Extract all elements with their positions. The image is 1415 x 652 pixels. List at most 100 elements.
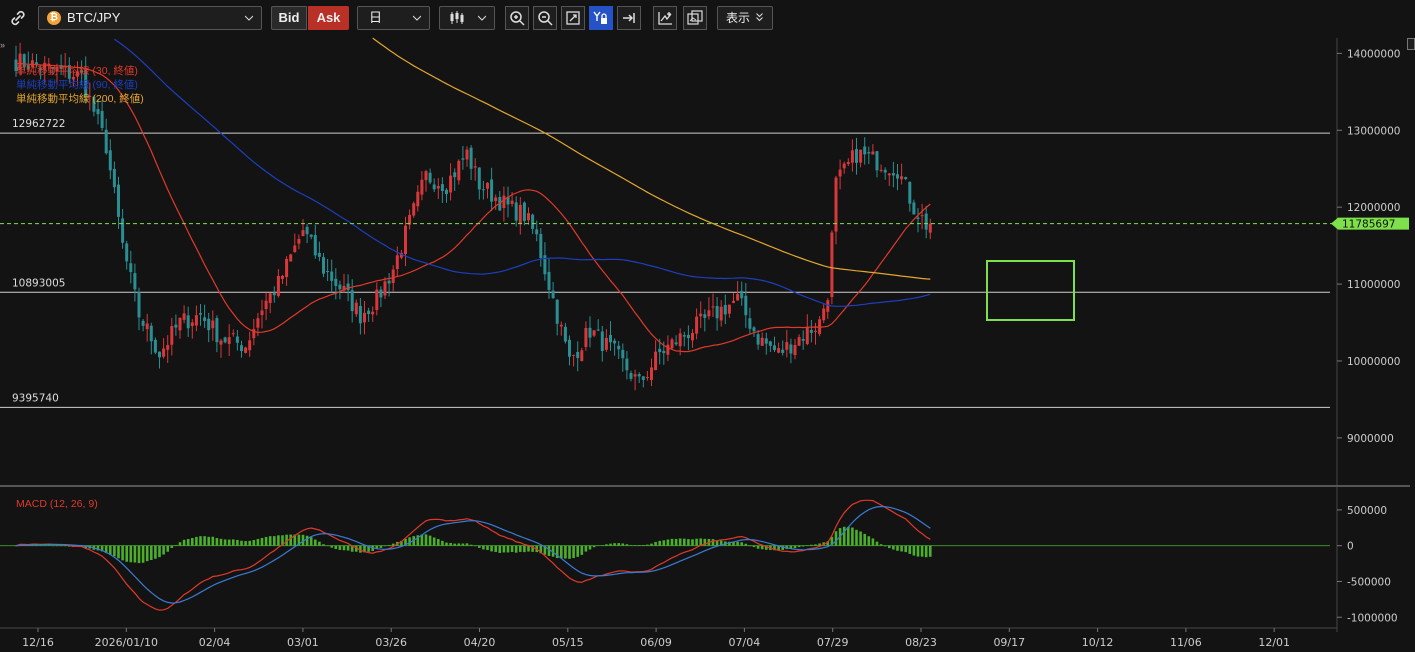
macd-histogram-bar <box>318 541 321 546</box>
macd-histogram-bar <box>892 545 895 550</box>
macd-histogram-bar <box>523 545 526 553</box>
candle-body <box>662 350 666 354</box>
candle-body <box>531 214 535 229</box>
macd-histogram-bar <box>445 542 448 546</box>
y-tick-label: 12000000 <box>1347 202 1400 214</box>
x-tick-label: 12/01 <box>1258 636 1290 649</box>
x-tick-label: 02/04 <box>199 636 231 649</box>
candle-body <box>744 295 748 316</box>
candle-body <box>887 173 891 176</box>
axes: 14000000 13000000 12000000 11000000 10000000… <box>0 38 1410 649</box>
macd-histogram-bar <box>506 545 510 553</box>
macd-histogram-bar <box>908 545 912 554</box>
macd-histogram-bar <box>133 545 137 563</box>
macd-histogram-bar <box>859 531 862 546</box>
candle-body <box>920 215 924 217</box>
macd-tick-label: 500000 <box>1347 505 1387 517</box>
candle-body <box>691 333 694 341</box>
candle-body <box>141 320 145 326</box>
candle-body <box>227 337 231 344</box>
candle-body <box>645 377 649 379</box>
candle-body <box>666 344 670 355</box>
macd-histogram-bar <box>342 545 346 551</box>
price-chart[interactable]: 12962722 10893005 9395740 14000000 13000000… <box>0 0 1415 652</box>
candle-body <box>814 330 817 332</box>
candle-body <box>481 189 485 191</box>
candle-body <box>830 232 834 297</box>
macd-histogram-bar <box>482 545 485 550</box>
candle-body <box>125 243 129 262</box>
macd-histogram-bar <box>584 545 588 552</box>
macd-histogram-bar <box>863 533 866 546</box>
x-tick-label: 11/06 <box>1170 636 1202 649</box>
x-tick-label: 09/17 <box>993 636 1025 649</box>
macd-histogram-bar <box>453 543 456 546</box>
candle-body <box>465 149 469 160</box>
scale-toggle-button[interactable] <box>1407 38 1415 50</box>
macd-histogram-bar <box>322 544 325 546</box>
macd-histogram-bar <box>486 545 489 550</box>
macd-histogram-bar <box>519 545 522 552</box>
candle-body <box>469 147 473 169</box>
collapse-left-button[interactable]: » <box>0 40 10 50</box>
macd-histogram-bar <box>277 535 280 546</box>
candle-body <box>182 313 186 320</box>
macd-histogram-bar <box>195 536 198 546</box>
candle-body <box>486 182 489 189</box>
macd-histogram-bar <box>588 545 592 550</box>
macd-histogram-bar <box>605 544 608 546</box>
candle-body <box>178 317 182 331</box>
candle-body <box>859 149 863 163</box>
x-tick-label: 08/23 <box>905 636 937 649</box>
macd-histogram-bar <box>461 543 465 546</box>
macd-histogram-bar <box>141 545 145 563</box>
candle-body <box>117 184 120 217</box>
candle-body <box>883 169 887 173</box>
x-tick-label: 03/01 <box>287 636 319 649</box>
candles <box>14 42 932 391</box>
candle-body <box>162 348 166 357</box>
macd-histogram-bar <box>428 535 432 546</box>
candle-body <box>108 150 112 171</box>
macd-histogram-bar <box>498 545 502 553</box>
y-tick-label: 10000000 <box>1347 356 1400 368</box>
candle-body <box>928 223 932 233</box>
candle-body <box>494 197 498 202</box>
candle-body <box>826 300 830 312</box>
ma90-line <box>114 38 931 307</box>
candle-body <box>518 204 522 224</box>
x-tick-label: 06/09 <box>640 636 672 649</box>
macd-signal-line <box>15 505 931 604</box>
candle-body <box>674 342 678 345</box>
candle-body <box>682 335 686 337</box>
macd-histogram-bar <box>912 545 916 556</box>
candle-body <box>264 300 268 310</box>
macd-histogram-bar <box>162 545 165 555</box>
candle-body <box>559 324 563 327</box>
macd-histogram-bar <box>683 538 686 546</box>
macd-histogram-bar <box>670 538 674 546</box>
macd-histogram-bar <box>199 536 202 546</box>
candle-body <box>145 323 149 330</box>
candle-body <box>297 238 301 244</box>
legend-ma200: 単純移動平均線 (200, 終値) <box>16 93 144 105</box>
macd-histogram-bar <box>592 545 596 548</box>
macd-histogram-bar <box>924 545 928 558</box>
candle-body <box>322 257 325 274</box>
candle-body <box>609 334 612 343</box>
macd-histogram-bar <box>494 545 497 552</box>
candle-body <box>490 179 494 202</box>
candle-body <box>732 300 735 303</box>
candle-body <box>272 292 276 296</box>
candle-body <box>207 318 211 331</box>
candle-body <box>686 334 690 339</box>
legend-ma90: 単純移動平均線 (90, 終値) <box>16 79 138 91</box>
macd-histogram-bar <box>576 545 579 557</box>
overlay: 11785697 <box>0 217 1409 321</box>
macd-histogram-bar <box>383 545 387 547</box>
candle-body <box>301 230 305 237</box>
candle-body <box>855 149 858 163</box>
macd-histogram-bar <box>244 541 247 546</box>
candle-body <box>842 163 846 169</box>
candle-body <box>96 109 100 115</box>
